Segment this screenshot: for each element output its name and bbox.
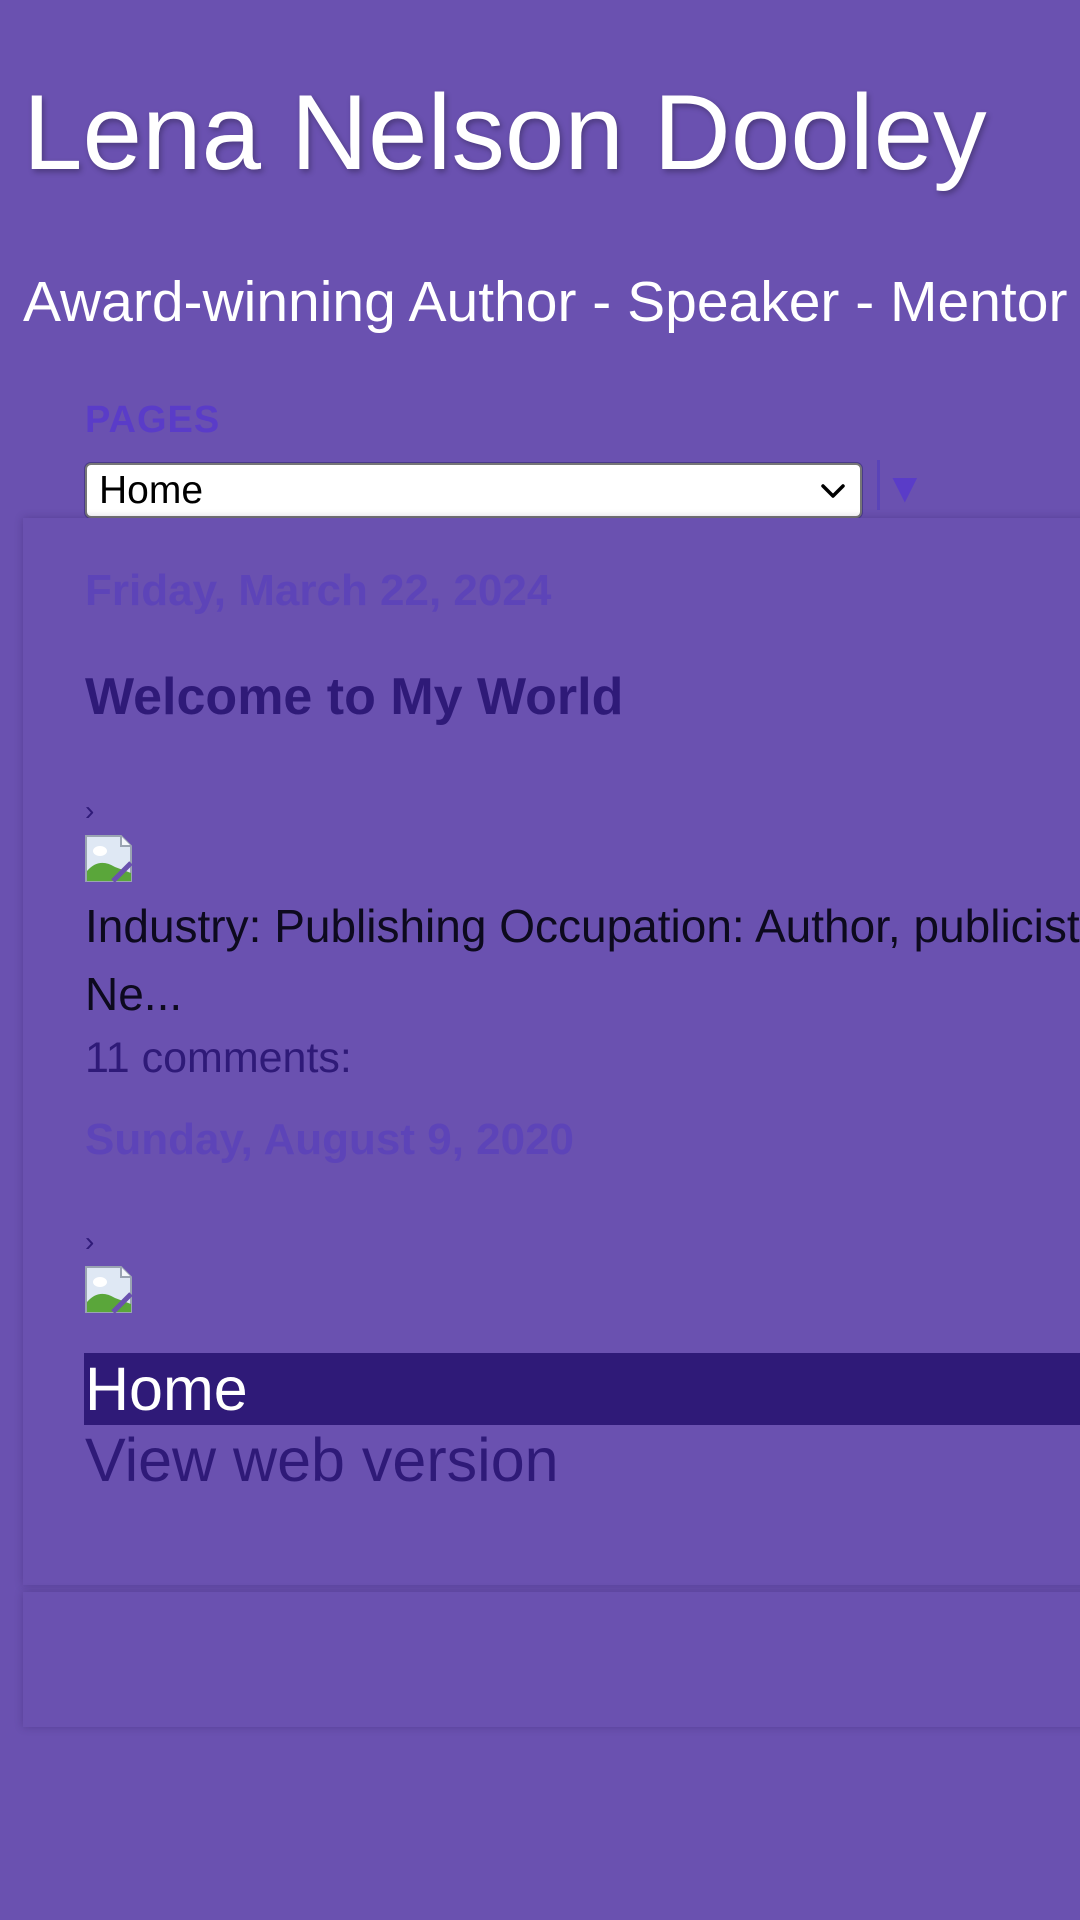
- mobile-home-link[interactable]: Home: [84, 1353, 1080, 1425]
- post-chevron-icon[interactable]: ›: [85, 1228, 94, 1256]
- dropdown-arrow-icon[interactable]: ▼: [884, 464, 926, 512]
- comments-link[interactable]: 11 comments:: [85, 1034, 352, 1083]
- pages-dropdown[interactable]: Home: [85, 463, 862, 518]
- post-date-header: Sunday, August 9, 2020: [85, 1115, 575, 1164]
- post-snippet-line-2: Ne...: [85, 968, 183, 1020]
- blog-description: Award-winning Author - Speaker - Mentor: [23, 270, 1068, 334]
- dropdown-divider: [877, 460, 880, 510]
- post-title[interactable]: Welcome to My World: [85, 667, 623, 727]
- blog-title[interactable]: Lena Nelson Dooley: [23, 68, 987, 196]
- footer-panel: [23, 1592, 1080, 1727]
- post-snippet: Industry: Publishing Occupation: Author,…: [85, 892, 1080, 1028]
- broken-image-icon[interactable]: [85, 1266, 132, 1313]
- blog-header: Lena Nelson Dooley Award-winning Author …: [0, 0, 1080, 520]
- broken-image-icon[interactable]: [85, 835, 132, 882]
- post-chevron-icon[interactable]: ›: [85, 797, 94, 825]
- chevron-down-icon: [821, 484, 845, 498]
- pages-widget-label: PAGES: [85, 399, 221, 441]
- mobile-home-label: Home: [85, 1355, 248, 1423]
- post-snippet-line-1: Industry: Publishing Occupation: Author,…: [85, 900, 1080, 952]
- pages-dropdown-value: Home: [99, 469, 204, 512]
- post-date-header: Friday, March 22, 2024: [85, 566, 552, 615]
- view-web-version-link[interactable]: View web version: [85, 1423, 559, 1497]
